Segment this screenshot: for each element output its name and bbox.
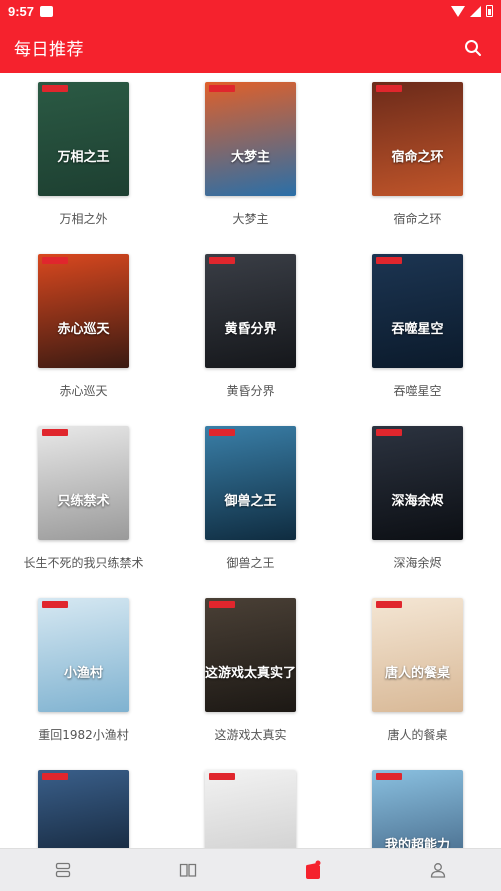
book-title: 御兽之王 bbox=[226, 556, 275, 570]
cover-title: 吞噬星空 bbox=[391, 322, 444, 337]
book-cover[interactable]: 小渔村 bbox=[38, 598, 129, 712]
book-title: 宿命之环 bbox=[393, 212, 442, 226]
wifi-icon bbox=[451, 5, 465, 17]
book-cover[interactable]: 万相之王 bbox=[38, 82, 129, 196]
publisher-badge bbox=[42, 85, 68, 92]
book-cover[interactable]: 我的超能力 bbox=[372, 770, 463, 848]
cover-title: 深海余烬 bbox=[391, 494, 444, 509]
book-item[interactable]: 只练禁术长生不死的我只练禁术 bbox=[0, 426, 167, 586]
book-item[interactable]: 小渔村重回1982小渔村 bbox=[0, 598, 167, 758]
book-grid: 万相之王 万相之外 大梦主 大梦主 宿命之环 宿命之环 赤心巡天 赤心巡天 黄昏分界 黄昏分界 吞噬… bbox=[0, 73, 501, 848]
book-title: 大梦主 bbox=[232, 212, 269, 226]
publisher-badge bbox=[376, 257, 402, 264]
cover-title: 我的超能力 bbox=[384, 838, 450, 848]
signal-icon bbox=[470, 5, 481, 17]
book-cover[interactable] bbox=[38, 770, 129, 848]
publisher-badge bbox=[42, 601, 68, 608]
publisher-badge bbox=[42, 773, 68, 780]
book-title: 黄昏分界 bbox=[226, 384, 275, 398]
cover-title: 御兽之王 bbox=[224, 494, 277, 509]
book-cover[interactable]: 大梦主 bbox=[205, 82, 296, 196]
book-cover[interactable]: 宿命之环 bbox=[372, 82, 463, 196]
cover-title: 赤心巡天 bbox=[57, 322, 110, 337]
book-title: 赤心巡天 bbox=[59, 384, 108, 398]
app-bar: 每日推荐 bbox=[0, 22, 501, 73]
cover-title: 黄昏分界 bbox=[224, 322, 277, 337]
book-title: 万相之外 bbox=[59, 212, 108, 226]
book-cover[interactable]: 只练禁术 bbox=[38, 426, 129, 540]
open-book-icon bbox=[179, 863, 197, 877]
book-cover[interactable]: 御兽之王 bbox=[205, 426, 296, 540]
book-item[interactable]: 深海余烬 深海余烬 bbox=[334, 426, 501, 586]
book-item[interactable]: 唐人的餐桌 唐人的餐桌 bbox=[334, 598, 501, 758]
search-icon bbox=[465, 39, 481, 56]
publisher-badge bbox=[209, 773, 235, 780]
nav-profile[interactable] bbox=[408, 850, 468, 890]
book-item[interactable]: 万相之王 万相之外 bbox=[0, 82, 167, 242]
book-item[interactable] bbox=[167, 770, 334, 848]
book-cover[interactable]: 唐人的餐桌 bbox=[372, 598, 463, 712]
cover-title: 万相之王 bbox=[57, 150, 110, 165]
book-item[interactable]: 黄昏分界 黄昏分界 bbox=[167, 254, 334, 414]
book-cover[interactable]: 深海余烬 bbox=[372, 426, 463, 540]
book-item[interactable]: 我的超能力 bbox=[334, 770, 501, 848]
book-item[interactable]: 大梦主 大梦主 bbox=[167, 82, 334, 242]
cover-title: 只练禁术 bbox=[57, 494, 110, 509]
book-cover[interactable]: 黄昏分界 bbox=[205, 254, 296, 368]
publisher-badge bbox=[209, 257, 235, 264]
profile-icon bbox=[431, 863, 446, 878]
book-title: 深海余烬 bbox=[393, 556, 442, 570]
publisher-badge bbox=[42, 257, 68, 264]
publisher-badge bbox=[42, 429, 68, 436]
book-cover[interactable]: 赤心巡天 bbox=[38, 254, 129, 368]
book-title: 吞噬星空 bbox=[393, 384, 442, 398]
cover-title: 宿命之环 bbox=[391, 150, 444, 165]
bookshelf-icon bbox=[55, 862, 70, 878]
book-item[interactable]: 吞噬星空 吞噬星空 bbox=[334, 254, 501, 414]
book-item[interactable]: 这游戏太真实了 这游戏太真实 bbox=[167, 598, 334, 758]
cover-title: 大梦主 bbox=[230, 150, 270, 165]
page-title: 每日推荐 bbox=[14, 40, 84, 60]
book-item[interactable]: 宿命之环 宿命之环 bbox=[334, 82, 501, 242]
book-title: 重回1982小渔村 bbox=[38, 728, 129, 742]
book-title: 长生不死的我只练禁术 bbox=[23, 556, 144, 570]
cover-title: 这游戏太真实了 bbox=[205, 666, 296, 681]
status-bar: 9:57 bbox=[0, 0, 501, 22]
notification-icon bbox=[40, 5, 54, 17]
publisher-badge bbox=[376, 85, 402, 92]
cover-title: 小渔村 bbox=[63, 666, 103, 681]
book-item[interactable]: 赤心巡天 赤心巡天 bbox=[0, 254, 167, 414]
book-cover[interactable]: 这游戏太真实了 bbox=[205, 598, 296, 712]
book-item[interactable] bbox=[0, 770, 167, 848]
publisher-badge bbox=[209, 429, 235, 436]
battery-icon bbox=[486, 5, 493, 17]
book-title: 唐人的餐桌 bbox=[387, 728, 448, 742]
book-item[interactable]: 御兽之王 御兽之王 bbox=[167, 426, 334, 586]
publisher-badge bbox=[376, 429, 402, 436]
publisher-badge bbox=[376, 601, 402, 608]
book-cover[interactable]: 吞噬星空 bbox=[372, 254, 463, 368]
nav-library[interactable] bbox=[158, 850, 218, 890]
publisher-badge bbox=[209, 601, 235, 608]
status-time: 9:57 bbox=[8, 3, 35, 19]
cover-title: 唐人的餐桌 bbox=[384, 666, 450, 681]
bottom-nav bbox=[0, 848, 501, 891]
publisher-badge bbox=[376, 773, 402, 780]
nav-recommend[interactable] bbox=[283, 850, 343, 890]
book-cover[interactable] bbox=[205, 770, 296, 848]
book-title: 这游戏太真实 bbox=[214, 728, 287, 742]
recommend-icon bbox=[306, 860, 321, 879]
publisher-badge bbox=[209, 85, 235, 92]
nav-bookshelf[interactable] bbox=[33, 850, 93, 890]
search-button[interactable] bbox=[459, 34, 487, 62]
